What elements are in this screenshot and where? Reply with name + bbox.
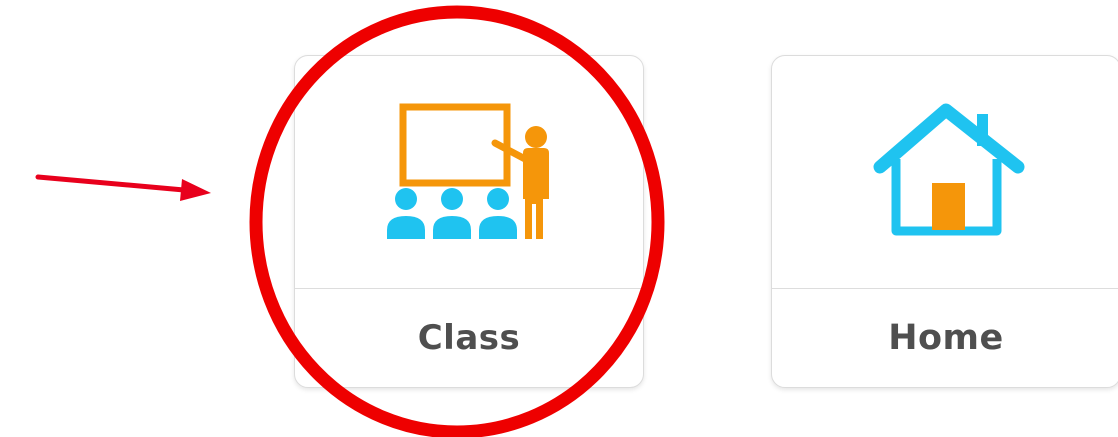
- house-icon: [873, 103, 1025, 236]
- home-icon-area: [772, 56, 1118, 288]
- class-card[interactable]: Class: [294, 55, 644, 388]
- home-card[interactable]: Home: [771, 55, 1118, 388]
- red-arrow-icon: [35, 174, 211, 201]
- class-icon-area: [295, 56, 643, 288]
- teacher-classroom-icon: [387, 103, 549, 239]
- class-label: Class: [417, 317, 521, 358]
- home-label: Home: [888, 317, 1004, 358]
